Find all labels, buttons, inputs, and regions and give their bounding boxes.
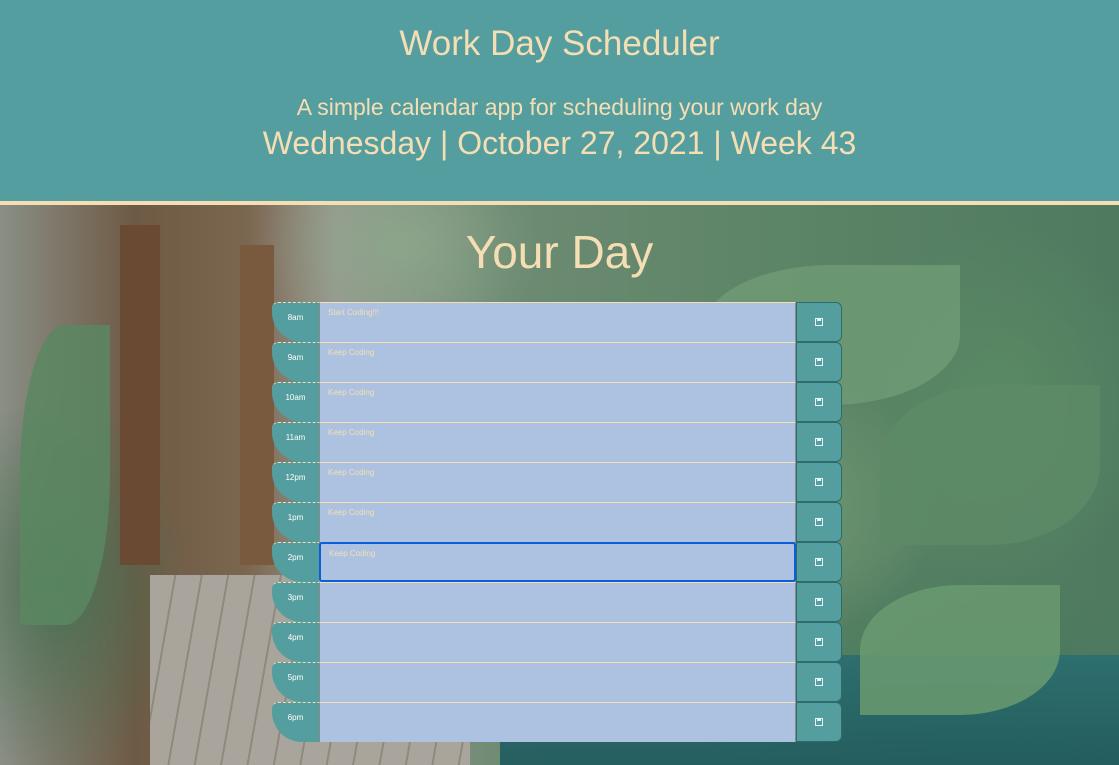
time-block-row: 9am Keep Coding	[272, 342, 842, 382]
save-icon	[815, 638, 823, 646]
save-button[interactable]	[796, 382, 842, 422]
hour-label: 4pm	[272, 622, 319, 662]
hour-label: 3pm	[272, 582, 319, 622]
cactus-shape	[20, 325, 110, 625]
time-block-row: 5pm	[272, 662, 842, 702]
save-button[interactable]	[796, 622, 842, 662]
task-input[interactable]: Keep Coding	[319, 342, 796, 382]
save-icon	[815, 438, 823, 446]
save-icon	[815, 518, 823, 526]
current-date: Wednesday | October 27, 2021 | Week 43	[262, 125, 857, 161]
section-heading: Your Day	[465, 226, 654, 278]
save-icon	[815, 398, 823, 406]
task-input[interactable]: Keep Coding	[319, 422, 796, 462]
task-input[interactable]: Keep Coding	[319, 502, 796, 542]
task-input[interactable]: Keep Coding	[319, 382, 796, 422]
schedule-list: 8am Start Coding!!! 9am Keep Coding 10am Keep…	[272, 302, 842, 742]
hour-label: 2pm	[272, 542, 319, 582]
save-icon	[815, 598, 823, 606]
leaf-shape	[880, 385, 1100, 545]
save-icon	[815, 318, 823, 326]
save-button[interactable]	[796, 542, 842, 582]
task-input[interactable]	[319, 582, 796, 622]
hour-label: 11am	[272, 422, 319, 462]
save-button[interactable]	[796, 342, 842, 382]
time-block-row: 11am Keep Coding	[272, 422, 842, 462]
hour-label: 9am	[272, 342, 319, 382]
app-description: A simple calendar app for scheduling you…	[296, 94, 823, 120]
hour-label: 10am	[272, 382, 319, 422]
task-input[interactable]: Start Coding!!!	[319, 302, 796, 342]
save-icon	[815, 478, 823, 486]
save-button[interactable]	[796, 302, 842, 342]
task-input[interactable]	[319, 662, 796, 702]
time-block-row: 8am Start Coding!!!	[272, 302, 842, 342]
hour-label: 6pm	[272, 702, 319, 742]
task-input[interactable]: Keep Coding	[319, 542, 796, 582]
save-button[interactable]	[796, 582, 842, 622]
time-block-row: 1pm Keep Coding	[272, 502, 842, 542]
time-block-row: 12pm Keep Coding	[272, 462, 842, 502]
save-icon	[815, 718, 823, 726]
task-input[interactable]: Keep Coding	[319, 462, 796, 502]
save-button[interactable]	[796, 462, 842, 502]
task-input[interactable]	[319, 702, 796, 742]
page-header: Work Day Scheduler A simple calendar app…	[0, 0, 1119, 201]
save-button[interactable]	[796, 662, 842, 702]
time-block-row: 4pm	[272, 622, 842, 662]
leaf-shape	[860, 585, 1060, 715]
save-button[interactable]	[796, 502, 842, 542]
save-button[interactable]	[796, 422, 842, 462]
save-icon	[815, 558, 823, 566]
time-block-row: 10am Keep Coding	[272, 382, 842, 422]
hour-label: 1pm	[272, 502, 319, 542]
time-block-row: 3pm	[272, 582, 842, 622]
save-button[interactable]	[796, 702, 842, 742]
task-input[interactable]	[319, 622, 796, 662]
time-block-row: 6pm	[272, 702, 842, 742]
time-block-row: 2pm Keep Coding	[272, 542, 842, 582]
save-icon	[815, 678, 823, 686]
hour-label: 8am	[272, 302, 319, 342]
wooden-door	[240, 245, 274, 565]
hour-label: 5pm	[272, 662, 319, 702]
save-icon	[815, 358, 823, 366]
hour-label: 12pm	[272, 462, 319, 502]
app-title: Work Day Scheduler	[399, 24, 720, 63]
